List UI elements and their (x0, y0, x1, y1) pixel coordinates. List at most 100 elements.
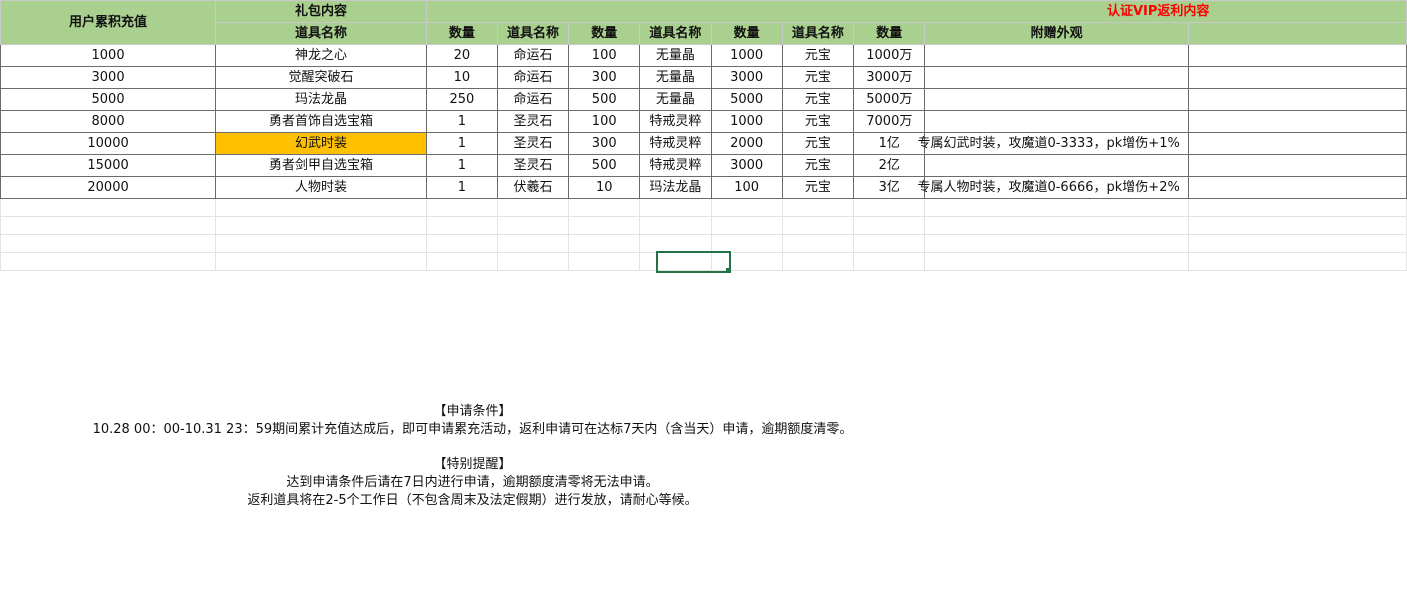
cell-recharge[interactable]: 20000 (0, 176, 217, 199)
cell-empty[interactable] (1187, 44, 1407, 67)
cell-qty4[interactable]: 3亿 (853, 176, 926, 199)
cell-qty4[interactable]: 2亿 (853, 154, 926, 177)
cell-recharge[interactable]: 3000 (0, 66, 217, 89)
cell-qty1[interactable]: 1 (426, 110, 498, 133)
empty-cell[interactable] (215, 216, 427, 235)
cell-appearance[interactable] (924, 154, 1189, 177)
cell-appearance[interactable]: 专属幻武时装，攻魔道0-3333，pk增伤+1% (917, 132, 1189, 155)
empty-cell[interactable] (215, 198, 427, 217)
header-empty[interactable] (1187, 22, 1407, 45)
cell-qty2[interactable]: 500 (568, 154, 641, 177)
cell-qty4[interactable]: 1000万 (853, 44, 926, 67)
empty-cell[interactable] (781, 234, 855, 253)
empty-cell[interactable] (215, 252, 427, 271)
cell-appearance[interactable] (924, 44, 1189, 67)
header-qty-1[interactable]: 数量 (426, 22, 498, 45)
empty-cell[interactable] (568, 234, 641, 253)
cell-qty3[interactable]: 100 (710, 176, 783, 199)
empty-cell[interactable] (496, 216, 570, 235)
header-item-name-4[interactable]: 道具名称 (781, 22, 855, 45)
empty-cell[interactable] (1187, 216, 1407, 235)
empty-cell[interactable] (853, 216, 926, 235)
cell-item3[interactable]: 特戒灵粹 (639, 154, 712, 177)
empty-cell[interactable] (853, 252, 926, 271)
empty-cell[interactable] (710, 198, 783, 217)
cell-qty3[interactable]: 1000 (710, 44, 783, 67)
cell-item1[interactable]: 神龙之心 (215, 44, 427, 67)
cell-item4[interactable]: 元宝 (781, 88, 855, 111)
header-item-name-2[interactable]: 道具名称 (496, 22, 570, 45)
empty-cell[interactable] (0, 234, 217, 253)
empty-cell[interactable] (426, 252, 498, 271)
header-qty-3[interactable]: 数量 (710, 22, 783, 45)
cell-qty2[interactable]: 300 (568, 132, 641, 155)
cell-item2[interactable]: 命运石 (496, 88, 570, 111)
cell-qty3[interactable]: 2000 (710, 132, 783, 155)
header-item-name-3[interactable]: 道具名称 (639, 22, 712, 45)
empty-cell[interactable] (0, 216, 217, 235)
cell-item1[interactable]: 勇者剑甲自选宝箱 (215, 154, 427, 177)
cell-qty4[interactable]: 3000万 (853, 66, 926, 89)
empty-cell[interactable] (215, 234, 427, 253)
cell-empty[interactable] (1187, 88, 1407, 111)
cell-recharge[interactable]: 1000 (0, 44, 217, 67)
cell-item2[interactable]: 命运石 (496, 44, 570, 67)
empty-cell[interactable] (639, 198, 712, 217)
empty-cell[interactable] (426, 234, 498, 253)
cell-qty4[interactable]: 5000万 (853, 88, 926, 111)
cell-qty1[interactable]: 1 (426, 154, 498, 177)
empty-cell[interactable] (924, 252, 1189, 271)
empty-cell[interactable] (924, 216, 1189, 235)
cell-item3[interactable]: 无量晶 (639, 44, 712, 67)
cell-appearance[interactable] (924, 110, 1189, 133)
cell-item4[interactable]: 元宝 (781, 110, 855, 133)
empty-cell[interactable] (781, 216, 855, 235)
cell-qty3[interactable]: 1000 (710, 110, 783, 133)
cell-item4[interactable]: 元宝 (781, 44, 855, 67)
empty-cell[interactable] (496, 252, 570, 271)
cell-item4[interactable]: 元宝 (781, 66, 855, 89)
cell-item1[interactable]: 玛法龙晶 (215, 88, 427, 111)
cell-qty1[interactable]: 20 (426, 44, 498, 67)
empty-cell[interactable] (853, 234, 926, 253)
header-qty-4[interactable]: 数量 (853, 22, 926, 45)
cell-recharge[interactable]: 8000 (0, 110, 217, 133)
cell-item4[interactable]: 元宝 (781, 176, 855, 199)
empty-cell[interactable] (0, 252, 217, 271)
header-appearance[interactable]: 附赠外观 (924, 22, 1189, 45)
cell-qty2[interactable]: 300 (568, 66, 641, 89)
cell-item1[interactable]: 人物时装 (215, 176, 427, 199)
notes-text-box[interactable]: 【申请条件】 10.28 00：00-10.31 23：59期间累计充值达成后，… (0, 403, 945, 510)
cell-item1-highlighted[interactable]: 幻武时装 (215, 132, 427, 155)
empty-cell[interactable] (710, 234, 783, 253)
header-qty-2[interactable]: 数量 (568, 22, 641, 45)
cell-item3[interactable]: 无量晶 (639, 88, 712, 111)
selected-cell-cursor[interactable] (656, 251, 731, 273)
fill-handle[interactable] (726, 268, 731, 273)
cell-empty[interactable] (1187, 176, 1407, 199)
cell-qty3[interactable]: 3000 (710, 154, 783, 177)
cell-item4[interactable]: 元宝 (781, 132, 855, 155)
cell-appearance[interactable]: 专属人物时装，攻魔道0-6666，pk增伤+2% (917, 176, 1189, 199)
empty-cell[interactable] (568, 252, 641, 271)
cell-item1[interactable]: 觉醒突破石 (215, 66, 427, 89)
empty-cell[interactable] (710, 216, 783, 235)
cell-qty1[interactable]: 250 (426, 88, 498, 111)
cell-empty[interactable] (1187, 66, 1407, 89)
cell-recharge[interactable]: 5000 (0, 88, 217, 111)
empty-cell[interactable] (924, 198, 1189, 217)
cell-appearance[interactable] (924, 66, 1189, 89)
empty-cell[interactable] (496, 234, 570, 253)
cell-qty4[interactable]: 7000万 (853, 110, 926, 133)
empty-cell[interactable] (781, 198, 855, 217)
empty-cell[interactable] (639, 234, 712, 253)
cell-qty3[interactable]: 3000 (710, 66, 783, 89)
header-gift-content[interactable]: 礼包内容 (215, 0, 427, 23)
cell-item2[interactable]: 圣灵石 (496, 154, 570, 177)
header-recharge[interactable]: 用户累积充值 (0, 0, 217, 45)
header-vip-cell[interactable]: 认证VIP返利内容 (426, 0, 1407, 23)
empty-cell[interactable] (639, 216, 712, 235)
cell-empty[interactable] (1187, 154, 1407, 177)
cell-qty2[interactable]: 100 (568, 110, 641, 133)
cell-item2[interactable]: 伏羲石 (496, 176, 570, 199)
